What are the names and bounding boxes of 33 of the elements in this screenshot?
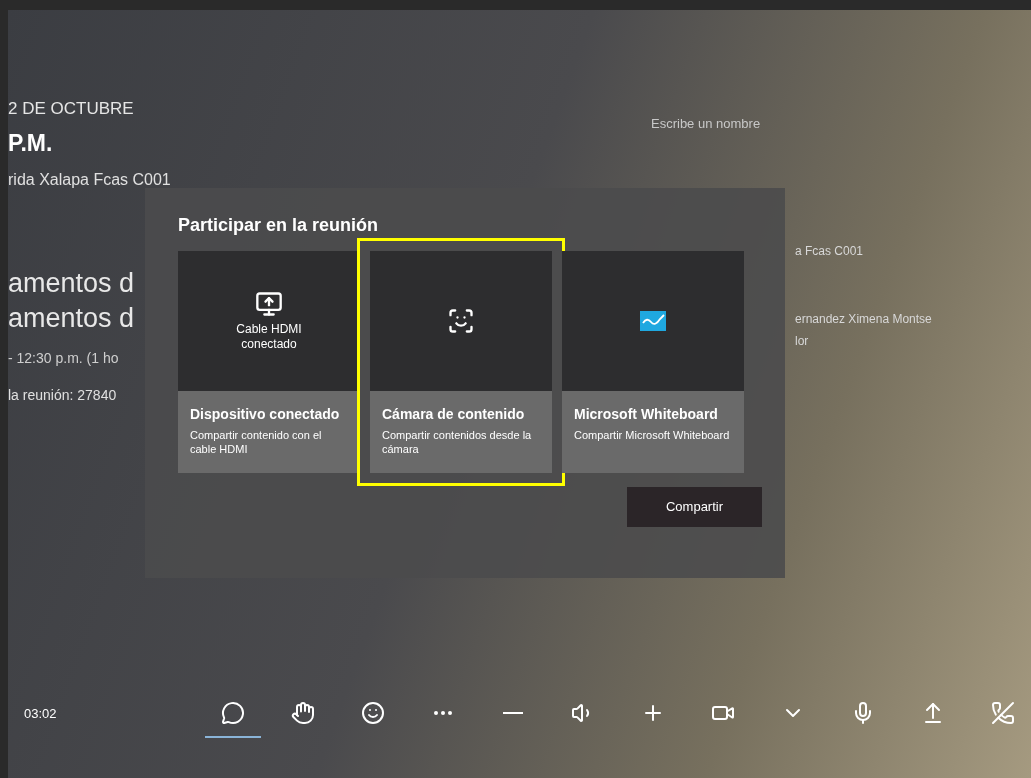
- participant-text: ernandez Ximena Montse: [795, 310, 933, 328]
- share-option-card[interactable]: Cámara de contenido Compartir contenidos desde la cámara: [370, 251, 552, 473]
- icon-caption: Cable HDMI conectado: [235, 322, 303, 352]
- more-icon: [434, 711, 452, 715]
- card-description: Compartir contenidos desde la cámara: [382, 429, 533, 457]
- smiley-icon: [361, 701, 385, 725]
- card-title: Dispositivo conectado: [190, 405, 341, 424]
- card-description: Compartir Microsoft Whiteboard: [574, 429, 731, 443]
- hang-up-icon: [991, 701, 1015, 725]
- dialog-title: Participar en la reunión: [178, 214, 380, 237]
- minus-icon: [503, 712, 523, 714]
- participant-text: a Fcas C001: [794, 242, 865, 260]
- card-title: Cámara de contenido: [382, 405, 526, 424]
- share-option-card[interactable]: Microsoft Whiteboard Compartir Microsoft Whiteboard: [562, 251, 744, 473]
- card-description: Compartir contenido con el cable HDMI: [190, 429, 323, 457]
- meeting-time: P.M.: [8, 128, 54, 158]
- meeting-date: 2 DE OCTUBRE: [8, 98, 135, 120]
- chat-icon: [221, 701, 245, 725]
- camera-icon: [447, 307, 475, 335]
- share-option-card[interactable]: Cable HDMI conectado Dispositivo conectado Compartir contenido con el cable HDMI: [178, 251, 360, 473]
- meeting-room: rida Xalapa Fcas C001: [8, 170, 168, 190]
- card-title: Microsoft Whiteboard: [574, 405, 719, 424]
- participant-text: lor: [795, 332, 810, 350]
- whiteboard-icon: [640, 311, 666, 331]
- meeting-title: amentos d: [8, 270, 136, 297]
- meeting-id: la reunión: 27840: [8, 386, 118, 405]
- meeting-schedule: - 12:30 p.m. (1 ho: [8, 349, 120, 368]
- meeting-title: amentos d: [8, 305, 136, 332]
- hand-icon: [291, 701, 315, 725]
- share-button[interactable]: Compartir: [627, 487, 762, 527]
- monitor-icon: [255, 290, 283, 318]
- search-field[interactable]: Escribe un nombre: [651, 114, 851, 134]
- call-timer: 03:02: [24, 705, 58, 724]
